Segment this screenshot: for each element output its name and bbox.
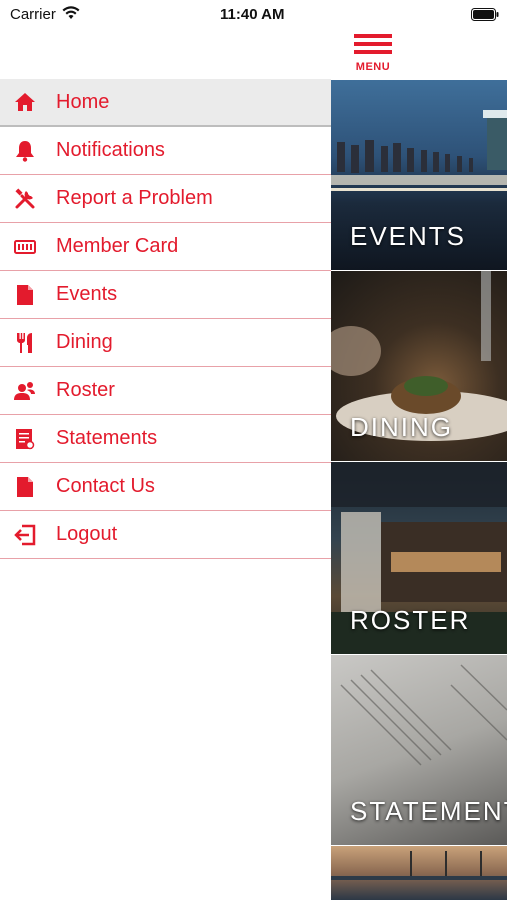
tile-events[interactable]: EVENTS [331,80,507,270]
menu-item-label: Statements [56,427,158,449]
tile-dining[interactable]: DINING [331,271,507,461]
menu-item-statements[interactable]: Statements [0,415,331,463]
menu-item-member-card[interactable]: Member Card [0,223,331,271]
status-bar: Carrier 11:40 AM [0,0,507,30]
tile-roster[interactable]: ROSTER [331,462,507,654]
tile-label: STATEMENTS [350,796,507,826]
home-icon [14,91,36,113]
document-icon [14,284,36,306]
menu-button[interactable]: MENU [353,34,393,74]
battery-icon [471,8,499,26]
tile-next[interactable] [331,846,507,900]
menu-item-label: Dining [56,331,113,353]
menu-item-label: Contact Us [56,475,155,497]
logout-icon [14,524,36,546]
document-icon [14,476,36,498]
tile-label: EVENTS [350,221,467,251]
menu-item-label: Notifications [56,139,165,161]
menu-item-label: Roster [56,379,115,401]
menu-item-logout[interactable]: Logout [0,511,331,559]
hamburger-icon-bar [354,50,392,54]
card-icon [14,236,36,258]
menu-item-label: Events [56,283,118,305]
menu-item-dining[interactable]: Dining [0,319,331,367]
tile-statements[interactable]: STATEMENTS [331,655,507,845]
bell-icon [14,140,36,162]
side-drawer: Home Notifications Report a Problem Memb… [0,0,331,900]
menu-button-label: MENU [355,61,391,73]
next-tile-photo [331,851,507,880]
menu-item-roster[interactable]: Roster [0,367,331,415]
menu-item-report-problem[interactable]: Report a Problem [0,175,331,223]
tile-label: DINING [350,412,453,442]
menu-item-home[interactable]: Home [0,79,331,127]
tile-label: ROSTER [350,605,471,635]
menu-item-events[interactable]: Events [0,271,331,319]
fork-knife-icon [14,332,36,354]
statement-icon [14,428,36,450]
tools-icon [14,187,36,210]
hamburger-icon-bar [354,42,392,46]
drawer-menu-list: Home Notifications Report a Problem Memb… [0,79,331,559]
hamburger-icon-bar [354,34,392,38]
users-icon [14,380,36,402]
menu-item-label: Report a Problem [56,187,213,209]
menu-item-contact-us[interactable]: Contact Us [0,463,331,511]
carrier-label: Carrier [10,6,56,23]
main-content: MENU EVENTS DINING ROSTER STATEMEN [331,0,507,900]
menu-item-notifications[interactable]: Notifications [0,127,331,175]
wifi-icon [62,6,80,25]
menu-item-label: Home [56,90,110,113]
status-time: 11:40 AM [220,6,285,23]
menu-item-label: Member Card [56,235,179,257]
menu-item-label: Logout [56,523,118,545]
